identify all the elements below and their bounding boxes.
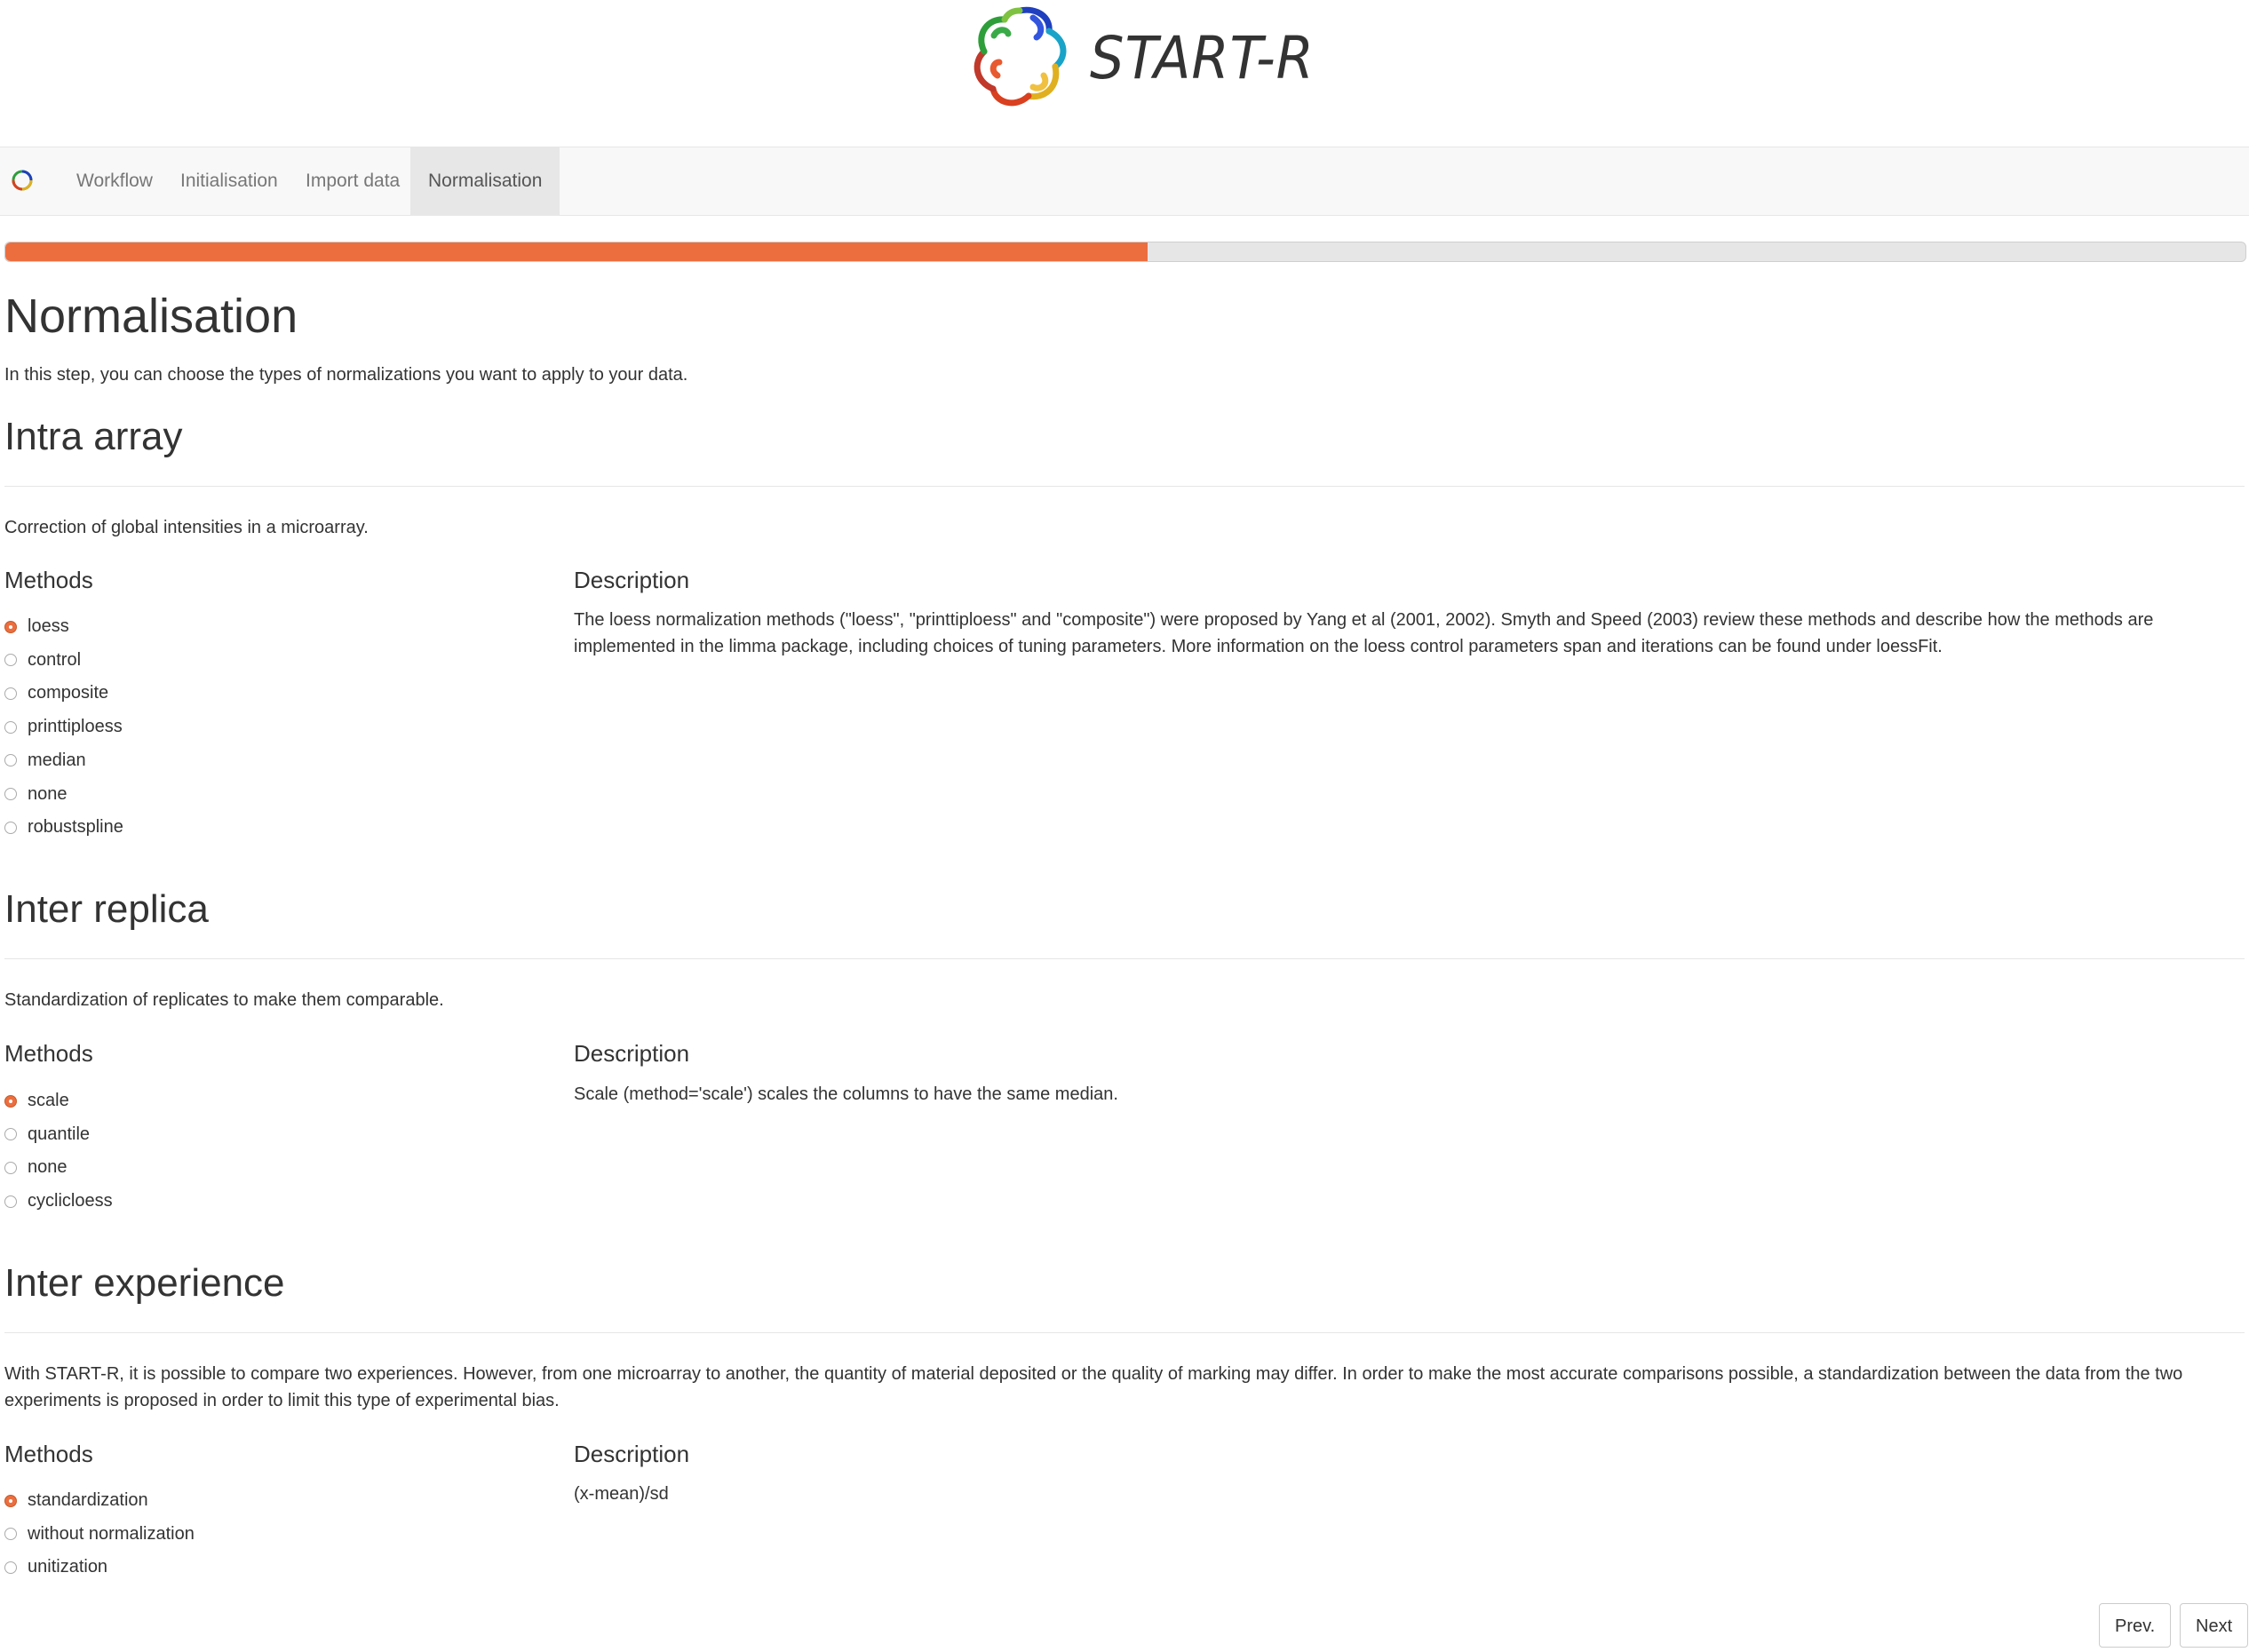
- radio-option-label: standardization: [28, 1490, 148, 1510]
- radio-option-label: printtiploess: [28, 717, 123, 737]
- radio-option[interactable]: none: [4, 1157, 68, 1178]
- radio-option[interactable]: median: [4, 751, 86, 771]
- nav-initialisation[interactable]: Initialisation: [163, 147, 296, 215]
- section-inter-replica-intro: Standardization of replicates to make th…: [4, 990, 444, 1010]
- logo: START-R: [962, 0, 1334, 115]
- section-inter-experience-intro: With START-R, it is possible to compare …: [4, 1364, 2183, 1410]
- prev-button[interactable]: Prev.: [2099, 1603, 2172, 1648]
- radio-unchecked-icon[interactable]: [4, 821, 17, 834]
- protein-ring-logo-icon: [974, 6, 1067, 107]
- radio-unchecked-icon[interactable]: [4, 1528, 17, 1541]
- radio-checked-icon[interactable]: [4, 1094, 17, 1108]
- radio-option[interactable]: robustspline: [4, 817, 123, 838]
- radio-option[interactable]: scale: [4, 1091, 69, 1111]
- description-heading: Description: [574, 1441, 690, 1467]
- radio-option-label: unitization: [28, 1557, 108, 1577]
- methods-heading: Methods: [4, 1040, 93, 1067]
- inter-experience-description: (x-mean)/sd: [574, 1484, 669, 1504]
- radio-option-label: scale: [28, 1091, 69, 1110]
- methods-heading: Methods: [4, 1441, 93, 1467]
- radio-option-label: none: [28, 783, 68, 804]
- description-heading: Description: [574, 1040, 690, 1067]
- radio-option[interactable]: unitization: [4, 1557, 107, 1577]
- methods-heading: Methods: [4, 567, 93, 593]
- radio-option-label: none: [28, 1157, 68, 1178]
- progress-bar: [4, 242, 2246, 262]
- page-title: Normalisation: [4, 290, 298, 343]
- section-intra-array-intro: Correction of global intensities in a mi…: [4, 518, 369, 537]
- radio-option[interactable]: composite: [4, 683, 108, 703]
- radio-checked-icon[interactable]: [4, 620, 17, 633]
- radio-option[interactable]: standardization: [4, 1490, 148, 1511]
- nav-import-data[interactable]: Import data: [288, 147, 417, 215]
- radio-option[interactable]: loess: [4, 616, 69, 637]
- radio-option-label: median: [28, 750, 86, 770]
- divider: [4, 486, 2245, 487]
- radio-option[interactable]: none: [4, 784, 68, 805]
- section-inter-experience-title: Inter experience: [4, 1261, 285, 1305]
- radio-option[interactable]: without normalization: [4, 1524, 195, 1545]
- top-navbar: Workflow Initialisation Import data Norm…: [0, 147, 2249, 216]
- page-subtitle: In this step, you can choose the types o…: [4, 365, 688, 385]
- intra-array-description: The loess normalization methods ("loess"…: [574, 610, 2154, 656]
- radio-unchecked-icon[interactable]: [4, 720, 17, 734]
- radio-unchecked-icon[interactable]: [4, 1561, 17, 1574]
- radio-unchecked-icon[interactable]: [4, 1195, 17, 1208]
- app-title: START-R: [1090, 23, 1315, 92]
- radio-unchecked-icon[interactable]: [4, 687, 17, 700]
- radio-checked-icon[interactable]: [4, 1494, 17, 1507]
- radio-unchecked-icon[interactable]: [4, 654, 17, 667]
- radio-option-label: loess: [28, 616, 69, 636]
- radio-unchecked-icon[interactable]: [4, 1128, 17, 1141]
- radio-option[interactable]: cyclicloess: [4, 1191, 113, 1211]
- radio-option-label: composite: [28, 683, 109, 703]
- brand-logo-icon[interactable]: [7, 165, 37, 195]
- divider: [4, 1332, 2245, 1333]
- next-button[interactable]: Next: [2180, 1603, 2249, 1648]
- radio-option[interactable]: printtiploess: [4, 717, 123, 737]
- app-root: START-R Workflow Initialisation Import d…: [0, 0, 2249, 1652]
- progress-bar-fill: [5, 242, 1148, 261]
- radio-option-label: without normalization: [28, 1523, 195, 1544]
- section-intra-array-title: Intra array: [4, 415, 183, 458]
- radio-option[interactable]: quantile: [4, 1124, 90, 1145]
- divider: [4, 958, 2245, 959]
- radio-unchecked-icon[interactable]: [4, 754, 17, 767]
- radio-option-label: control: [28, 649, 82, 670]
- description-heading: Description: [574, 567, 690, 593]
- radio-option-label: cyclicloess: [28, 1191, 113, 1211]
- radio-unchecked-icon[interactable]: [4, 1161, 17, 1174]
- nav-workflow[interactable]: Workflow: [59, 147, 171, 215]
- nav-normalisation[interactable]: Normalisation: [410, 147, 560, 215]
- header: START-R: [0, 0, 2249, 147]
- radio-unchecked-icon[interactable]: [4, 788, 17, 800]
- radio-option-label: quantile: [28, 1124, 91, 1144]
- radio-option-label: robustspline: [28, 817, 123, 838]
- radio-option[interactable]: control: [4, 650, 81, 671]
- section-inter-replica-title: Inter replica: [4, 887, 209, 931]
- inter-replica-description: Scale (method='scale') scales the column…: [574, 1084, 1118, 1104]
